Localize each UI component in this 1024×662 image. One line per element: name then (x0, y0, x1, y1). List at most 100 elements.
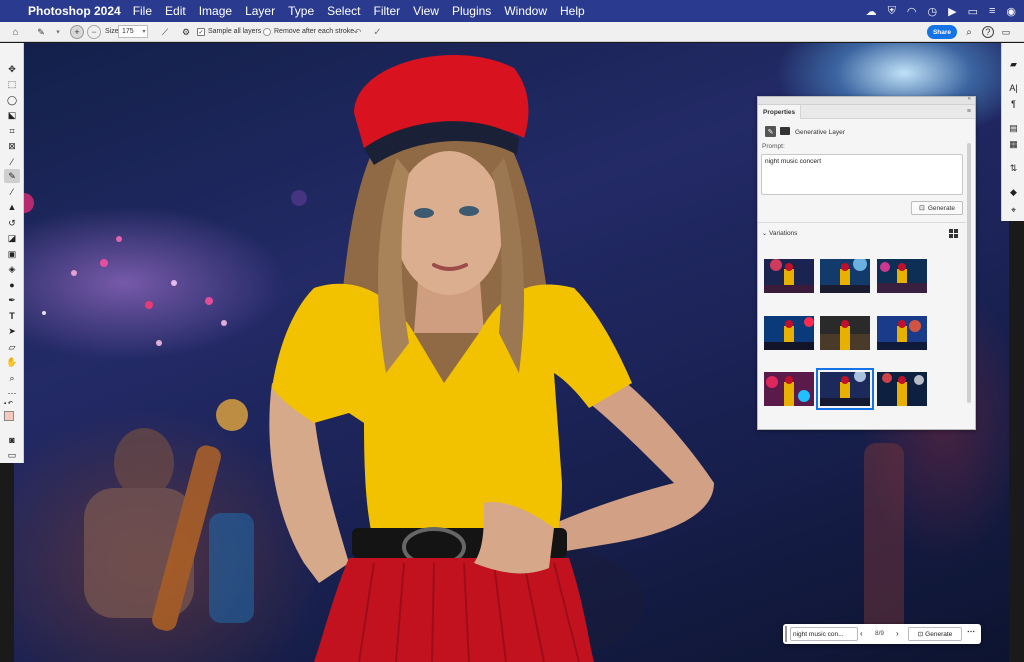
apply-checkmark-icon[interactable]: ✓ (371, 25, 384, 39)
prompt-textarea[interactable]: night music concert (761, 154, 963, 195)
adjustments-icon[interactable]: ⇅ (1006, 161, 1021, 175)
move-tool-icon[interactable]: ✥ (4, 62, 20, 76)
generative-layer-icon: ✎ (765, 126, 776, 137)
quick-mask-icon[interactable]: ◙ (4, 433, 20, 447)
paragraph-icon[interactable]: ¶ (1006, 97, 1021, 111)
next-variation-icon[interactable]: › (896, 629, 899, 638)
paths-icon[interactable]: ⌖ (1006, 203, 1021, 217)
variation-thumb-1[interactable] (764, 259, 814, 293)
undo-stroke-icon[interactable]: ↶ (351, 25, 364, 39)
play-icon[interactable]: ▶ (948, 5, 956, 18)
remove-tool-icon[interactable]: ✎ (34, 25, 48, 39)
grid-view-icon[interactable] (949, 229, 958, 238)
panel-tab-row: Properties ≡ (758, 105, 975, 119)
variation-thumb-6[interactable] (877, 316, 927, 350)
variation-thumb-4[interactable] (764, 316, 814, 350)
home-icon[interactable]: ⌂ (9, 26, 22, 38)
variation-thumb-2[interactable] (820, 259, 870, 293)
brush-tool-icon[interactable]: ⁄ (4, 185, 20, 199)
variation-thumb-3[interactable] (877, 259, 927, 293)
bokeh-lights (14, 190, 307, 346)
variation-thumb-8-selected[interactable] (816, 368, 874, 410)
add-to-brush-icon[interactable]: + (70, 25, 84, 39)
menu-image[interactable]: Image (199, 4, 232, 18)
comments-icon[interactable]: ▰ (1006, 57, 1021, 71)
lasso-tool-icon[interactable]: ◯ (4, 93, 20, 107)
dodge-tool-icon[interactable]: ● (4, 278, 20, 292)
panel-drag-bar[interactable]: « (758, 96, 975, 105)
share-button[interactable]: Share (927, 25, 957, 39)
eyedropper-tool-icon[interactable]: ⁄ (4, 155, 20, 169)
hand-tool-icon[interactable]: ✋ (4, 355, 20, 369)
wifi-icon[interactable]: ◠ (907, 5, 917, 18)
tool-preset-dropdown-icon[interactable]: ▾ (54, 27, 62, 37)
variation-thumb-5[interactable] (820, 316, 870, 350)
remove-after-stroke-checkbox[interactable] (263, 28, 271, 36)
search-icon[interactable]: ⌕ (963, 25, 975, 39)
more-tools-icon[interactable]: ⋯ (4, 386, 20, 400)
menu-filter[interactable]: Filter (373, 4, 400, 18)
macos-menu-bar: Photoshop 2024 File Edit Image Layer Typ… (0, 0, 1024, 22)
menu-plugins[interactable]: Plugins (452, 4, 491, 18)
variations-chevron-icon[interactable]: ⌄ (762, 230, 767, 237)
notes-icon[interactable]: ▦ (1006, 137, 1021, 151)
shape-tool-icon[interactable]: ▱ (4, 340, 20, 354)
properties-tab[interactable]: Properties (758, 105, 802, 119)
drag-handle[interactable] (785, 626, 787, 642)
layers-icon[interactable]: ◆ (1006, 185, 1021, 199)
menu-window[interactable]: Window (504, 4, 547, 18)
swap-colors-icon[interactable]: ▪ ↶ (4, 400, 20, 408)
menu-file[interactable]: File (133, 4, 152, 18)
menu-select[interactable]: Select (327, 4, 360, 18)
frame-tool-icon[interactable]: ⊠ (4, 139, 20, 153)
variations-label: Variations (769, 230, 798, 237)
path-selection-tool-icon[interactable]: ➤ (4, 324, 20, 338)
generate-icon: ⊡ (919, 205, 925, 212)
size-dropdown-icon[interactable]: ▾ (140, 27, 148, 36)
panel-scrollbar[interactable] (967, 143, 971, 403)
menu-view[interactable]: View (413, 4, 439, 18)
subtract-from-brush-icon[interactable]: − (87, 25, 101, 39)
control-center-icon[interactable]: ≡ (989, 5, 995, 17)
history-brush-tool-icon[interactable]: ↺ (4, 216, 20, 230)
pen-tool-icon[interactable]: ✒ (4, 293, 20, 307)
gradient-tool-icon[interactable]: ▣ (4, 247, 20, 261)
variation-thumb-7[interactable] (764, 372, 814, 406)
prompt-preview-field[interactable]: night music con... (790, 627, 858, 641)
panel-menu-icon[interactable]: ≡ (967, 108, 971, 115)
zoom-tool-icon[interactable]: ⌕ (4, 371, 20, 385)
sample-all-layers-checkbox[interactable]: ✓ (197, 28, 205, 36)
siri-icon[interactable]: ◉ (1006, 5, 1016, 18)
previous-variation-icon[interactable]: ‹ (860, 629, 863, 638)
settings-gear-icon[interactable]: ⚙ (180, 25, 192, 39)
collapse-panel-icon[interactable]: « (968, 96, 971, 102)
more-options-icon[interactable]: ⋯ (967, 627, 975, 636)
workspace-icon[interactable]: ▭ (999, 25, 1013, 39)
menu-layer[interactable]: Layer (245, 4, 275, 18)
menu-edit[interactable]: Edit (165, 4, 186, 18)
vpn-shield-icon[interactable]: ⛨ (888, 5, 896, 18)
menu-type[interactable]: Type (288, 4, 314, 18)
generate-button[interactable]: ⊡ Generate (911, 201, 963, 215)
brush-angle-icon[interactable]: ⟋ (158, 25, 172, 39)
help-icon[interactable]: ? (982, 26, 994, 38)
remove-tool-icon[interactable]: ✎ (4, 169, 20, 183)
eraser-tool-icon[interactable]: ◪ (4, 231, 20, 245)
crop-tool-icon[interactable]: ⌗ (4, 124, 20, 138)
type-tool-icon[interactable]: T (4, 309, 20, 323)
variation-thumb-9[interactable] (877, 372, 927, 406)
blur-tool-icon[interactable]: ◈ (4, 262, 20, 276)
battery-icon[interactable]: ▭ (968, 5, 978, 18)
menu-help[interactable]: Help (560, 4, 585, 18)
creative-cloud-icon[interactable]: ☁ (866, 5, 877, 18)
clone-stamp-tool-icon[interactable]: ▲ (4, 200, 20, 214)
screen-mode-icon[interactable]: ▭ (4, 448, 20, 462)
object-selection-tool-icon[interactable]: ⬕ (4, 108, 20, 122)
generate-button-contextual[interactable]: ⊡ Generate (908, 627, 962, 641)
foreground-color-swatch[interactable] (4, 411, 14, 421)
libraries-icon[interactable]: ▤ (1006, 121, 1021, 135)
character-icon[interactable]: A| (1006, 81, 1021, 95)
time-machine-icon[interactable]: ◷ (927, 5, 937, 18)
marquee-tool-icon[interactable]: ⬚ (4, 77, 20, 91)
app-name-menu[interactable]: Photoshop 2024 (28, 4, 121, 18)
